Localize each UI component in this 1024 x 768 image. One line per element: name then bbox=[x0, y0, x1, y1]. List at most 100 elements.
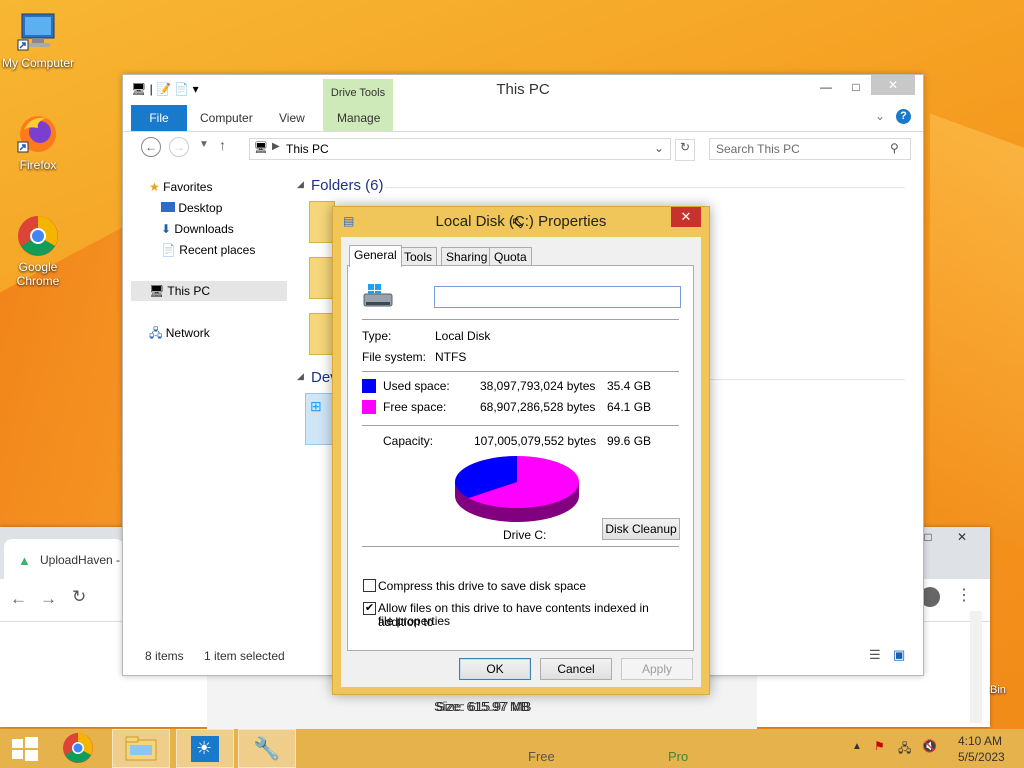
address-dropdown-icon[interactable]: ⌄ bbox=[654, 141, 664, 155]
taskbar-chrome[interactable] bbox=[50, 729, 108, 768]
drive-icon bbox=[362, 282, 394, 310]
tab-sharing[interactable]: Sharing bbox=[441, 247, 493, 266]
windows-logo-icon: ⊞ bbox=[310, 398, 322, 414]
tab-tools[interactable]: Tools bbox=[399, 247, 438, 266]
address-input[interactable]: 🖥 ▶ This PC ⌄ bbox=[249, 138, 671, 160]
browser-tab[interactable]: ▲ UploadHaven - bbox=[4, 539, 124, 579]
filesystem-value: NTFS bbox=[435, 350, 467, 364]
large-icons-view-icon[interactable]: ▣ bbox=[893, 647, 905, 663]
desktop-icon-chrome[interactable]: Google Chrome bbox=[0, 214, 76, 288]
taskbar-app-blue[interactable]: ☀ bbox=[176, 729, 234, 768]
up-icon[interactable]: ↑ bbox=[219, 137, 226, 153]
volume-muted-icon[interactable]: 🔇 bbox=[922, 739, 937, 753]
reload-icon[interactable]: ↻ bbox=[72, 587, 86, 607]
minimize-button[interactable]: — bbox=[813, 77, 839, 97]
recent-locations-icon[interactable]: ▼ bbox=[199, 139, 209, 150]
tab-view[interactable]: View bbox=[279, 111, 305, 125]
capacity-label: Capacity: bbox=[383, 434, 434, 448]
browser-tab-title: UploadHaven - bbox=[40, 553, 121, 567]
desktop-icon-firefox[interactable]: Firefox bbox=[0, 112, 76, 172]
disk-cleanup-button[interactable]: Disk Cleanup bbox=[602, 518, 680, 540]
clock-time[interactable]: 4:10 AM bbox=[958, 734, 1002, 748]
nav-this-pc[interactable]: 🖥 This PC bbox=[131, 281, 287, 301]
computer-icon bbox=[16, 10, 60, 54]
windows-logo-icon bbox=[12, 737, 38, 761]
capacity-bytes: 107,005,079,552 bytes bbox=[474, 434, 597, 448]
dialog-close-button[interactable]: ✕ bbox=[671, 207, 701, 227]
apply-button[interactable]: Apply bbox=[621, 658, 693, 680]
nav-downloads[interactable]: ⬇ Downloads bbox=[161, 219, 234, 239]
drive-tools-label: Drive Tools bbox=[330, 87, 386, 99]
selection-count: 1 item selected bbox=[204, 649, 285, 663]
index-checkbox[interactable]: ✔ bbox=[363, 602, 376, 615]
desktop-icon-label: My Computer bbox=[1, 56, 75, 70]
address-text: This PC bbox=[286, 142, 329, 156]
nav-recent-places[interactable]: 📄 Recent places bbox=[161, 240, 255, 260]
free-space-bytes: 68,907,286,528 bytes bbox=[480, 400, 596, 414]
filesystem-label: File system: bbox=[362, 350, 427, 364]
tab-computer[interactable]: Computer bbox=[200, 111, 253, 125]
recycle-bin-label: Bin bbox=[990, 684, 1006, 696]
computer-icon: 🖥 bbox=[254, 142, 268, 154]
network-status-icon[interactable]: 🖧 bbox=[898, 739, 911, 760]
back-icon[interactable]: ← bbox=[141, 137, 161, 157]
browser-close-button[interactable]: ✕ bbox=[942, 527, 982, 547]
drive-label-input[interactable] bbox=[434, 286, 681, 308]
browser-scrollbar[interactable] bbox=[970, 611, 982, 723]
search-icon: ⚲ bbox=[890, 141, 899, 155]
clock-date[interactable]: 5/5/2023 bbox=[958, 750, 1005, 764]
compress-label: Compress this drive to save disk space bbox=[378, 579, 587, 593]
details-view-icon[interactable]: ☰ bbox=[869, 647, 881, 663]
search-input[interactable]: Search This PC ⚲ bbox=[709, 138, 911, 160]
type-label: Type: bbox=[362, 329, 392, 343]
tab-file[interactable]: File bbox=[131, 105, 187, 131]
divider bbox=[362, 319, 679, 320]
wallpaper-shape bbox=[930, 113, 1024, 587]
divider bbox=[362, 425, 679, 426]
ribbon-divider bbox=[123, 131, 923, 132]
file-size-visible: Size: 615.97 MB bbox=[436, 699, 532, 714]
tab-quota[interactable]: Quota bbox=[489, 247, 532, 266]
breadcrumb-chevron-icon: ▶ bbox=[272, 141, 280, 152]
tab-general[interactable]: General bbox=[349, 245, 402, 267]
browser-free-label: Free bbox=[528, 749, 555, 764]
used-space-gb: 35.4 GB bbox=[607, 379, 652, 393]
help-icon[interactable]: ? bbox=[896, 109, 911, 124]
explorer-titlebar: 🖥 | 📝 📄 ▾ This PC — □ ✕ bbox=[123, 75, 923, 105]
maximize-button[interactable]: □ bbox=[843, 77, 869, 97]
forward-icon[interactable]: → bbox=[169, 137, 189, 157]
nav-desktop[interactable]: Desktop bbox=[161, 198, 222, 218]
nav-favorites[interactable]: ★ Favorites bbox=[149, 177, 212, 197]
chevron-down-icon[interactable]: ⌄ bbox=[875, 109, 885, 123]
collapse-icon[interactable]: ◢ bbox=[297, 371, 304, 382]
item-count: 8 items bbox=[145, 649, 184, 663]
properties-dialog[interactable]: ▤ Local Disk (C:) Properties ✕ ⬁ General… bbox=[332, 206, 710, 695]
nav-network[interactable]: 🖧 Network bbox=[149, 323, 210, 343]
show-hidden-icons[interactable]: ▲ bbox=[852, 741, 862, 752]
close-button[interactable]: ✕ bbox=[871, 75, 915, 95]
taskbar-file-explorer[interactable] bbox=[112, 729, 170, 768]
taskbar: ☀ 🔧 Free Pro ▲ ⚑ 🖧 🔇 4:10 AM 5/5/2023 bbox=[0, 729, 1024, 768]
action-center-icon[interactable]: ⚑ bbox=[874, 739, 885, 753]
ok-button[interactable]: OK bbox=[459, 658, 531, 680]
collapse-icon[interactable]: ◢ bbox=[297, 179, 304, 190]
chrome-icon bbox=[16, 214, 60, 258]
desktop-icon-label: Google Chrome bbox=[16, 260, 60, 288]
refresh-icon[interactable]: ↻ bbox=[675, 139, 695, 161]
search-placeholder: Search This PC bbox=[716, 142, 800, 156]
back-icon[interactable]: ← bbox=[10, 589, 27, 609]
divider bbox=[362, 546, 679, 547]
start-button[interactable] bbox=[0, 729, 50, 768]
compress-checkbox[interactable] bbox=[363, 579, 376, 592]
cancel-button[interactable]: Cancel bbox=[540, 658, 612, 680]
desktop-icon-my-computer[interactable]: My Computer bbox=[0, 10, 76, 70]
menu-icon[interactable]: ⋮ bbox=[956, 585, 972, 605]
uploadhaven-icon: ▲ bbox=[18, 553, 31, 568]
capacity-gb: 99.6 GB bbox=[607, 434, 652, 448]
tab-manage[interactable]: Manage bbox=[337, 111, 380, 125]
nav-label: This PC bbox=[167, 284, 211, 298]
tools-icon: 🔧 bbox=[253, 736, 281, 761]
mouse-cursor-icon: ⬁ bbox=[511, 215, 525, 232]
forward-icon[interactable]: → bbox=[40, 589, 57, 609]
taskbar-control-panel[interactable]: 🔧 bbox=[238, 729, 296, 768]
